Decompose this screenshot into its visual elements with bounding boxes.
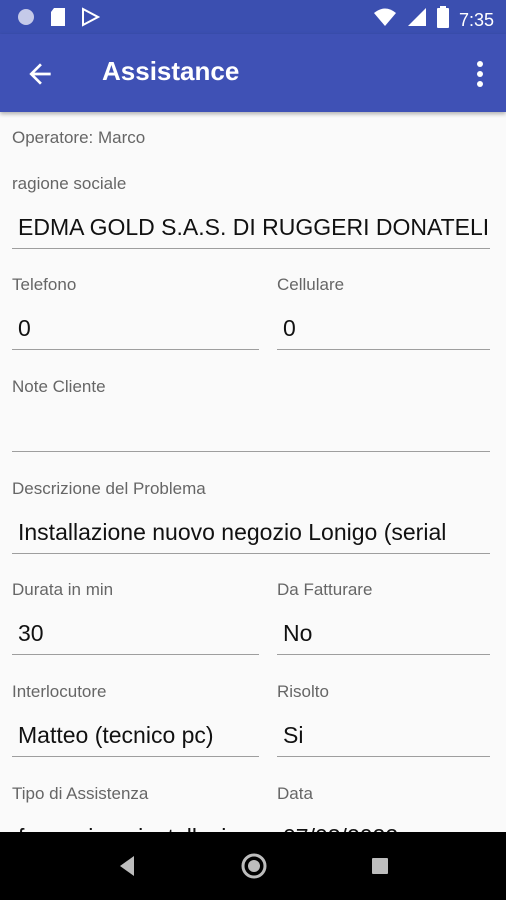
- tipo-assistenza-label: Tipo di Assistenza: [12, 784, 149, 803]
- data-label: Data: [277, 784, 313, 803]
- descrizione-field[interactable]: Installazione nuovo negozio Lonigo (seri…: [12, 514, 490, 554]
- circle-icon: [16, 7, 36, 32]
- da-fatturare-field[interactable]: No: [277, 615, 490, 655]
- interlocutore-field[interactable]: Matteo (tecnico pc): [12, 717, 259, 757]
- telefono-field[interactable]: 0: [12, 310, 259, 350]
- status-time: 7:35: [458, 9, 494, 30]
- risolto-label: Risolto: [277, 682, 329, 701]
- note-cliente-field[interactable]: [12, 412, 490, 452]
- tipo-assistenza-field[interactable]: formazione installazione: [12, 819, 259, 832]
- durata-field[interactable]: 30: [12, 615, 259, 655]
- data-field[interactable]: 07/03/2022: [277, 819, 490, 832]
- ragione-sociale-label: ragione sociale: [12, 174, 127, 193]
- signal-icon: [407, 7, 427, 32]
- status-bar: 7:35: [0, 0, 506, 34]
- risolto-field[interactable]: Si: [277, 717, 490, 757]
- cellulare-field[interactable]: 0: [277, 310, 490, 350]
- arrow-back-icon[interactable]: [24, 58, 56, 90]
- note-cliente-label: Note Cliente: [12, 377, 106, 396]
- nav-back-icon[interactable]: [114, 852, 142, 880]
- nav-recents-icon[interactable]: [366, 852, 394, 880]
- ragione-sociale-field[interactable]: EDMA GOLD S.A.S. DI RUGGERI DONATELI: [12, 209, 490, 249]
- app-bar: Assistance: [0, 34, 506, 112]
- da-fatturare-label: Da Fatturare: [277, 580, 373, 599]
- sd-card-icon: [50, 7, 66, 32]
- form-container: Operatore: Marco ragione sociale EDMA GO…: [0, 112, 506, 832]
- navigation-bar: [0, 832, 506, 900]
- cellulare-label: Cellulare: [277, 275, 345, 294]
- telefono-label: Telefono: [12, 275, 77, 294]
- interlocutore-label: Interlocutore: [12, 682, 107, 701]
- wifi-icon: [373, 7, 397, 32]
- play-store-icon: [80, 7, 101, 32]
- descrizione-label: Descrizione del Problema: [12, 479, 206, 498]
- battery-icon: [436, 6, 449, 33]
- operatore-label: Operatore: Marco: [12, 128, 146, 147]
- durata-label: Durata in min: [12, 580, 114, 599]
- more-vert-icon[interactable]: [474, 60, 486, 88]
- page-title: Assistance: [102, 56, 240, 86]
- nav-home-icon[interactable]: [240, 852, 268, 880]
